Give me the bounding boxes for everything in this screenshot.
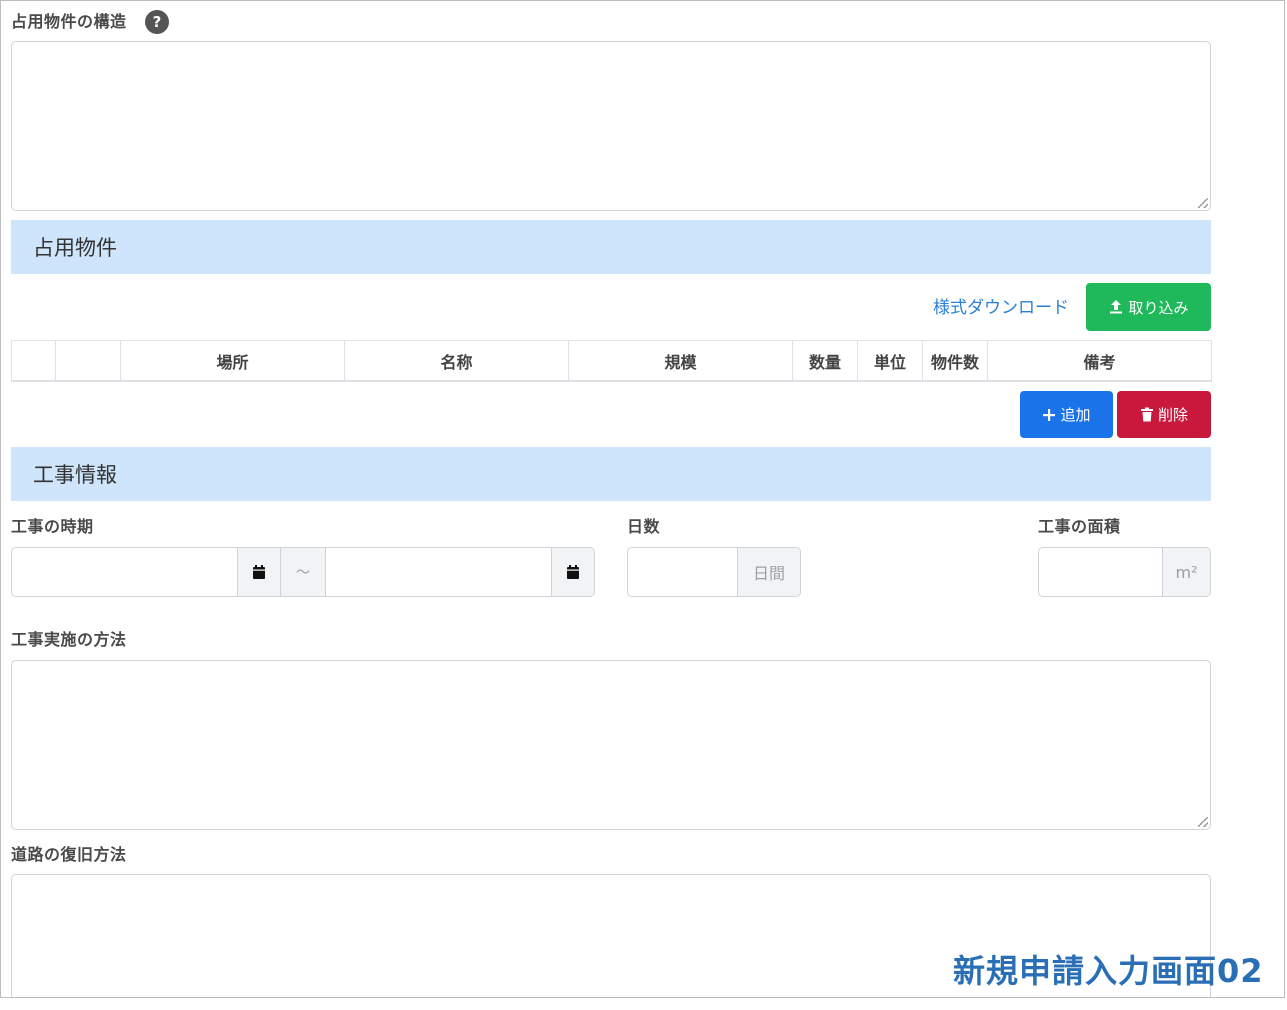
occupancy-table: 場所 名称 規模 数量 単位 物件数 備考	[11, 340, 1212, 382]
days-input[interactable]	[628, 548, 737, 596]
trash-icon	[1140, 407, 1153, 422]
area-input[interactable]	[1039, 548, 1162, 596]
restoration-label: 道路の復旧方法	[11, 845, 127, 864]
column-header-item-count: 物件数	[922, 340, 988, 382]
help-icon[interactable]: ?	[145, 10, 169, 34]
import-button-label: 取り込み	[1128, 298, 1189, 317]
work-period-label: 工事の時期	[11, 517, 94, 536]
start-date-input[interactable]	[12, 548, 237, 596]
calendar-icon	[253, 565, 265, 579]
work-period-group: ～	[11, 547, 595, 597]
column-header-quantity: 数量	[792, 340, 858, 382]
work-section-header: 工事情報	[11, 447, 1211, 501]
work-method-textarea[interactable]	[11, 660, 1211, 830]
screen-caption: 新規申請入力画面02	[953, 952, 1264, 990]
area-unit: m²	[1162, 548, 1210, 596]
add-row-button[interactable]: 追加	[1020, 391, 1113, 438]
add-row-button-label: 追加	[1060, 406, 1091, 424]
upload-icon	[1110, 300, 1123, 314]
form-frame: 占用物件の構造 ? 占用物件 様式ダウンロード 取り込み 場所 名称 規模 数量	[0, 0, 1285, 998]
resize-grip-icon[interactable]	[1198, 198, 1208, 208]
resize-grip-icon[interactable]	[1198, 817, 1208, 827]
delete-row-button-label: 削除	[1157, 406, 1188, 424]
area-group: m²	[1038, 547, 1211, 597]
start-calendar-button[interactable]	[237, 548, 280, 596]
work-method-label: 工事実施の方法	[11, 630, 127, 649]
delete-row-button[interactable]: 削除	[1117, 391, 1211, 438]
calendar-icon	[567, 565, 579, 579]
structure-textarea[interactable]	[11, 41, 1211, 211]
days-unit: 日間	[737, 548, 800, 596]
structure-label: 占用物件の構造	[11, 12, 127, 31]
column-header-location: 場所	[120, 340, 345, 382]
days-label: 日数	[627, 517, 661, 536]
occupancy-section-header: 占用物件	[11, 220, 1211, 274]
days-group: 日間	[627, 547, 801, 597]
import-button[interactable]: 取り込み	[1086, 283, 1211, 331]
table-header-row: 場所 名称 規模 数量 単位 物件数 備考	[11, 340, 1212, 382]
column-header-number	[55, 340, 121, 382]
end-date-input[interactable]	[325, 548, 551, 596]
area-label: 工事の面積	[1038, 517, 1121, 536]
end-calendar-button[interactable]	[551, 548, 594, 596]
template-download-link[interactable]: 様式ダウンロード	[933, 293, 1069, 318]
column-header-scale: 規模	[568, 340, 793, 382]
column-header-select	[11, 340, 56, 382]
column-header-name: 名称	[344, 340, 569, 382]
plus-icon	[1043, 408, 1056, 421]
column-header-unit: 単位	[857, 340, 923, 382]
column-header-remarks: 備考	[987, 340, 1212, 382]
date-range-separator: ～	[280, 548, 325, 596]
